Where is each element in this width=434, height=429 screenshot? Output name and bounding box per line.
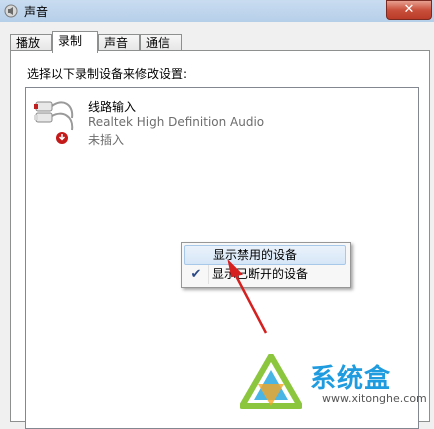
- menu-item-show-disconnected[interactable]: ✔ 显示已断开的设备: [184, 265, 346, 284]
- title-bar[interactable]: 声音 ✕: [0, 0, 434, 23]
- checkmark-icon: ✔: [190, 267, 202, 282]
- instruction-text: 选择以下录制设备来修改设置:: [27, 67, 188, 81]
- context-menu: 显示禁用的设备 ✔ 显示已断开的设备: [181, 242, 351, 288]
- window-title: 声音: [24, 5, 49, 19]
- menu-item-label: 显示禁用的设备: [213, 248, 298, 262]
- speaker-icon: [4, 4, 18, 18]
- tab-recording[interactable]: 录制: [52, 31, 98, 53]
- close-button[interactable]: ✕: [386, 0, 432, 20]
- line-in-plug-icon: [34, 101, 74, 144]
- xitonghe-logo-icon: [240, 354, 302, 409]
- device-name: 线路输入: [88, 100, 137, 114]
- menu-item-show-disabled[interactable]: 显示禁用的设备: [184, 245, 346, 265]
- watermark: 系统盒 www.xitonghe.com: [240, 352, 434, 413]
- menu-item-label: 显示已断开的设备: [212, 267, 309, 281]
- device-status: 未插入: [88, 133, 125, 147]
- close-icon: ✕: [403, 2, 415, 17]
- watermark-url: www.xitonghe.com: [322, 392, 427, 405]
- device-description: Realtek High Definition Audio: [88, 115, 265, 129]
- watermark-brand: 系统盒: [310, 364, 392, 394]
